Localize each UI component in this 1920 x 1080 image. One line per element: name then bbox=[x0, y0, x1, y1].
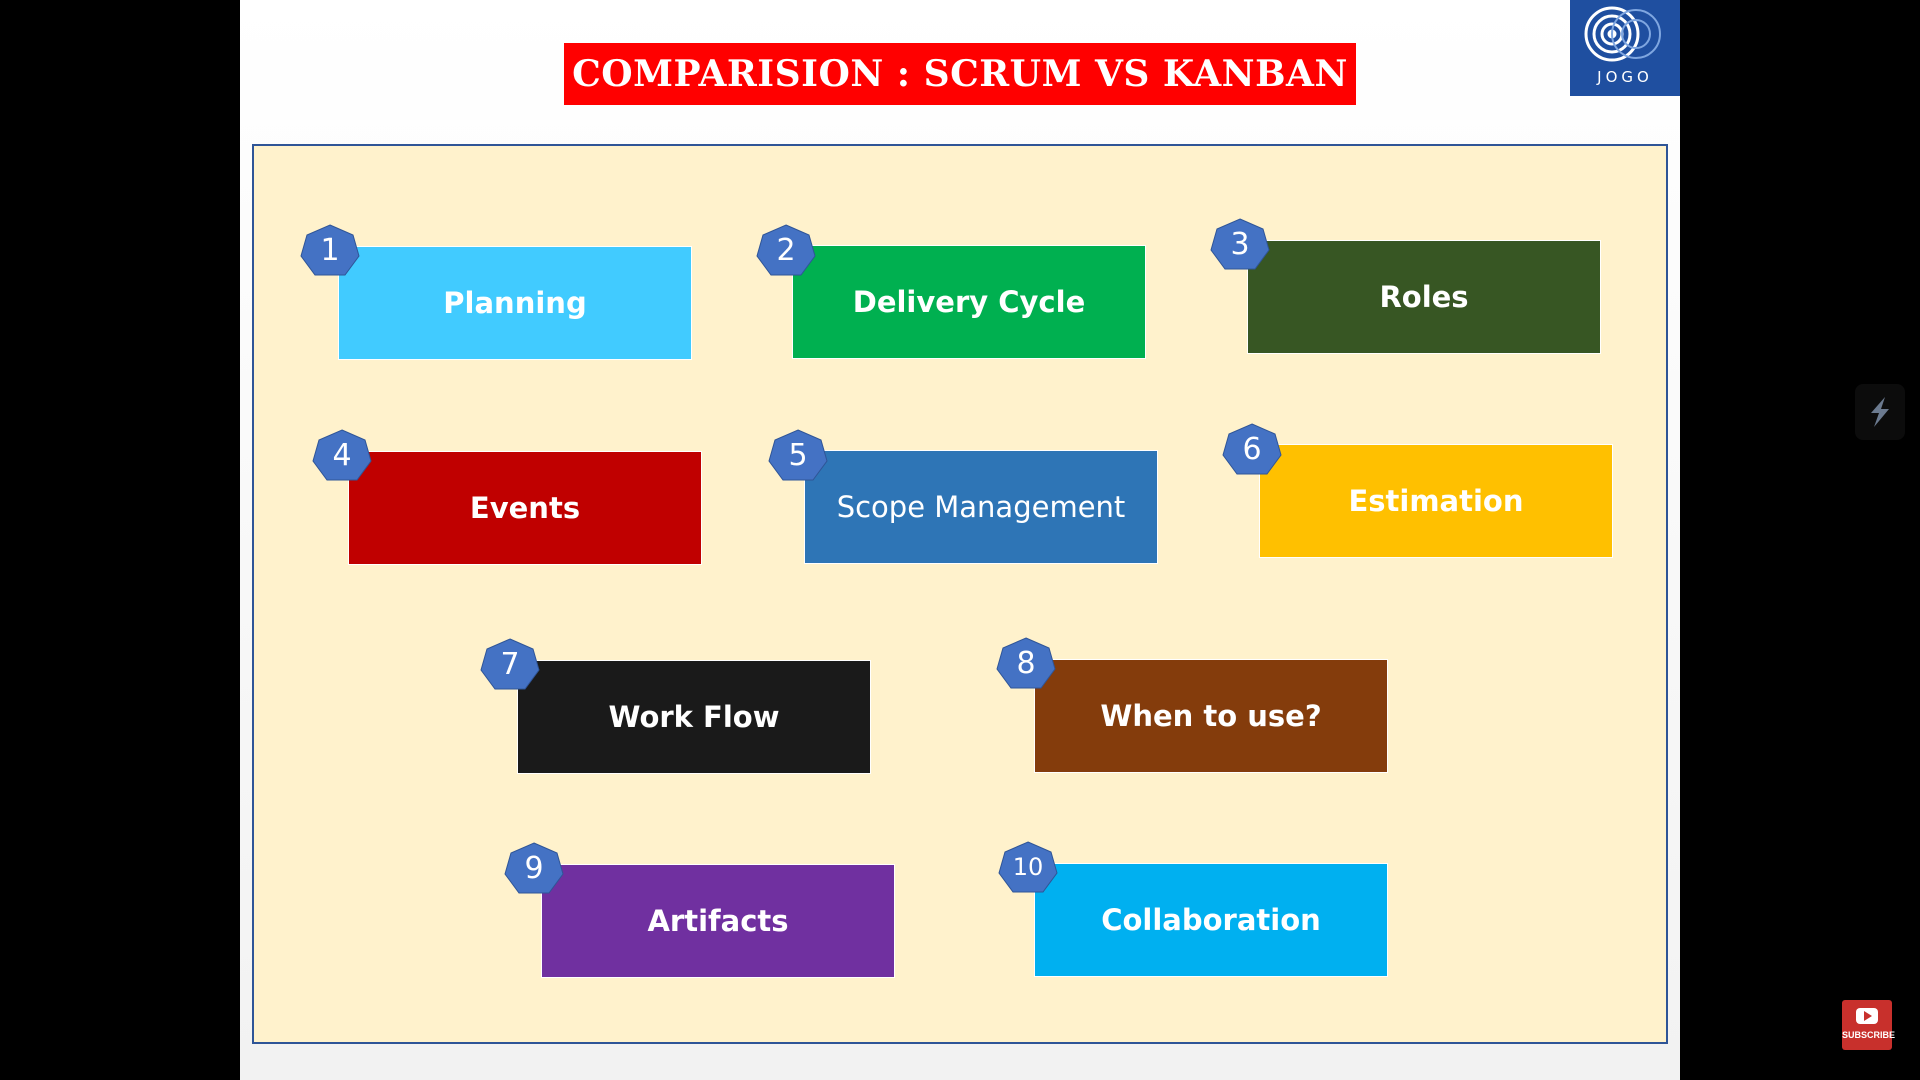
slide-title: COMPARISION : SCRUM VS KANBAN bbox=[564, 43, 1356, 105]
spiral-logo-icon bbox=[1584, 6, 1661, 62]
topic-artifacts[interactable]: Artifacts bbox=[541, 864, 895, 978]
topic-number-badge: 5 bbox=[768, 429, 828, 481]
topic-when-to-use[interactable]: When to use? bbox=[1034, 659, 1388, 773]
topic-number-badge: 10 bbox=[998, 841, 1058, 893]
badge-number: 5 bbox=[788, 437, 808, 473]
badge-number: 9 bbox=[524, 850, 544, 886]
topic-scope-management[interactable]: Scope Management bbox=[804, 450, 1158, 564]
topic-estimation[interactable]: Estimation bbox=[1259, 444, 1613, 558]
badge-number: 8 bbox=[1016, 645, 1036, 681]
topic-work-flow[interactable]: Work Flow bbox=[517, 660, 871, 774]
youtube-play-icon bbox=[1856, 1008, 1878, 1024]
badge-number: 10 bbox=[1012, 853, 1044, 881]
side-widget[interactable] bbox=[1855, 384, 1905, 440]
topic-collaboration[interactable]: Collaboration bbox=[1034, 863, 1388, 977]
subscribe-button[interactable]: SUBSCRIBE bbox=[1842, 1000, 1896, 1050]
topic-number-badge: 7 bbox=[480, 638, 540, 690]
badge-number: 4 bbox=[332, 437, 352, 473]
topic-number-badge: 3 bbox=[1210, 218, 1270, 270]
topic-number-badge: 2 bbox=[756, 224, 816, 276]
topic-events[interactable]: Events bbox=[348, 451, 702, 565]
topics-panel: Planning 1 Delivery Cycle 2 Roles 3 Even… bbox=[252, 144, 1668, 1044]
topic-number-badge: 9 bbox=[504, 842, 564, 894]
badge-number: 6 bbox=[1242, 431, 1262, 467]
badge-number: 3 bbox=[1230, 226, 1250, 262]
lightning-logo-icon bbox=[1871, 397, 1889, 427]
badge-number: 7 bbox=[500, 646, 520, 682]
topic-number-badge: 8 bbox=[996, 637, 1056, 689]
jogo-logo[interactable]: JOGO bbox=[1570, 0, 1680, 96]
topic-number-badge: 6 bbox=[1222, 423, 1282, 475]
badge-number: 1 bbox=[320, 232, 340, 268]
topic-planning[interactable]: Planning bbox=[338, 246, 692, 360]
topic-delivery-cycle[interactable]: Delivery Cycle bbox=[792, 245, 1146, 359]
topic-number-badge: 4 bbox=[312, 429, 372, 481]
slide: COMPARISION : SCRUM VS KANBAN JOGO Plann… bbox=[240, 0, 1680, 1080]
subscribe-label: SUBSCRIBE bbox=[1842, 1030, 1896, 1040]
logo-text: JOGO bbox=[1597, 68, 1653, 86]
topic-roles[interactable]: Roles bbox=[1247, 240, 1601, 354]
badge-number: 2 bbox=[776, 232, 796, 268]
topic-number-badge: 1 bbox=[300, 224, 360, 276]
